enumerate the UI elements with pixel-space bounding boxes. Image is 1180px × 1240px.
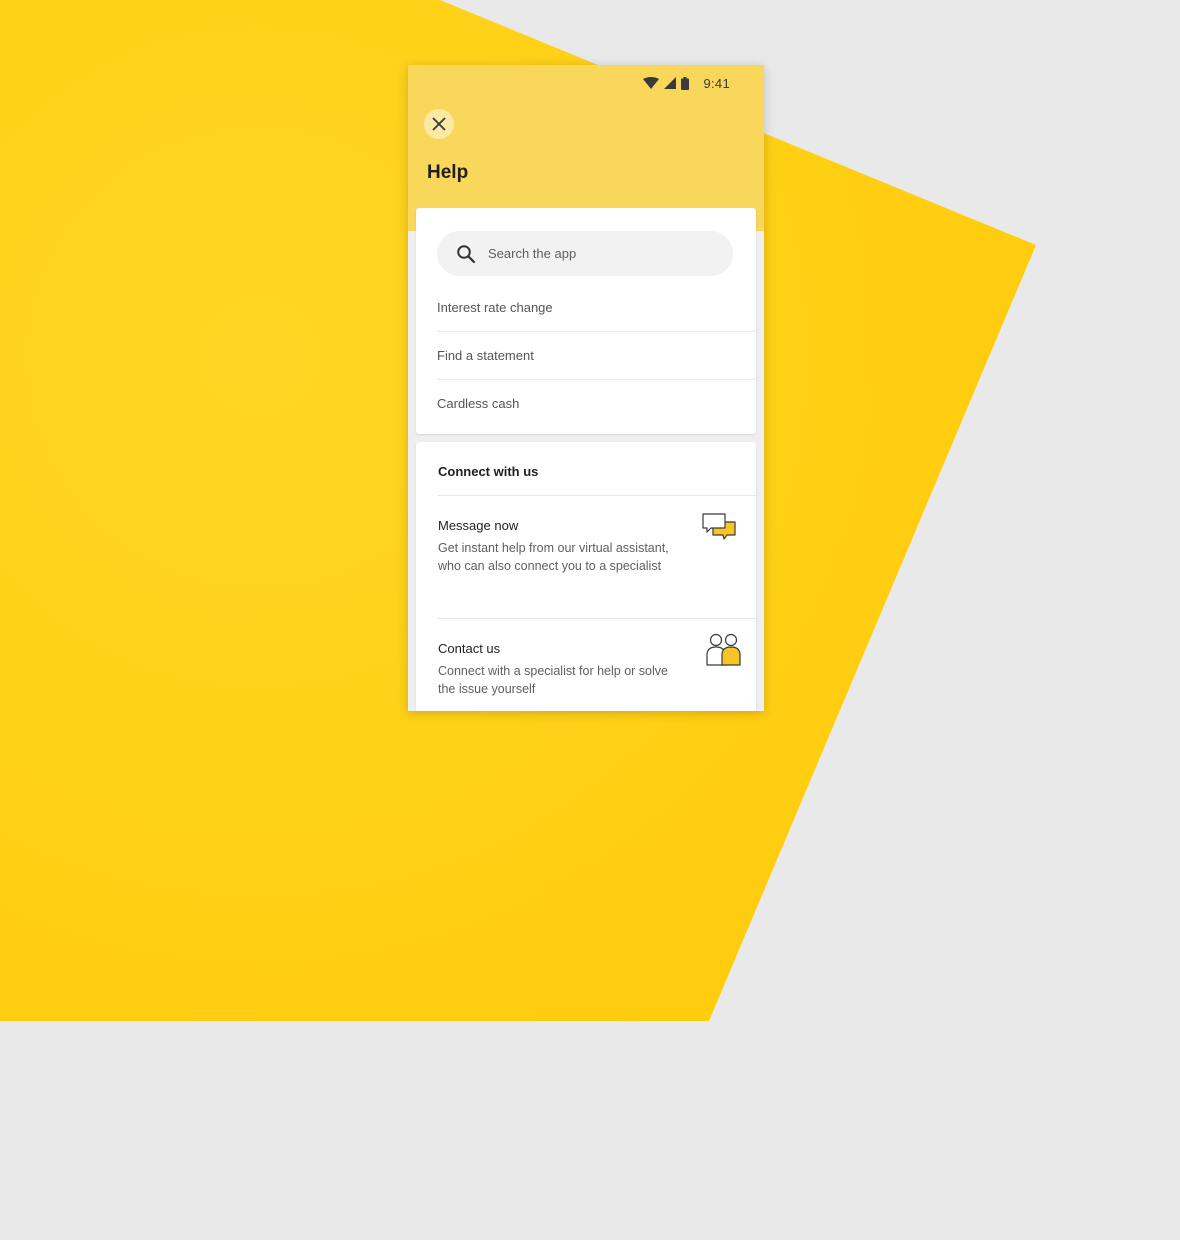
close-button[interactable] <box>424 109 454 139</box>
divider <box>438 495 756 496</box>
suggestion-find-a-statement[interactable]: Find a statement <box>437 332 756 380</box>
connect-section-title: Connect with us <box>438 464 539 479</box>
message-now-option[interactable]: Message now Get instant help from our vi… <box>438 513 736 575</box>
status-time: 9:41 <box>703 75 730 91</box>
suggestion-list: Interest rate change Find a statement Ca… <box>437 284 756 427</box>
suggestion-interest-rate-change[interactable]: Interest rate change <box>437 284 756 332</box>
chat-bubbles-icon <box>702 513 736 540</box>
phone-screen: 9:41 Help Interest rate change Find a st… <box>408 65 764 711</box>
search-box[interactable] <box>437 231 733 276</box>
search-card: Interest rate change Find a statement Ca… <box>416 208 756 434</box>
contact-us-title: Contact us <box>438 641 501 656</box>
close-icon <box>432 117 446 131</box>
cellular-signal-icon <box>664 77 677 89</box>
battery-icon <box>681 76 690 90</box>
contact-us-option[interactable]: Contact us Connect with a specialist for… <box>438 633 741 698</box>
divider <box>438 618 756 619</box>
header-area: 9:41 Help <box>408 65 764 231</box>
search-icon <box>457 244 476 263</box>
wifi-icon <box>643 77 660 89</box>
connect-card: Connect with us Message now Get instant … <box>416 442 756 711</box>
search-input[interactable] <box>486 245 710 262</box>
contact-us-description: Connect with a specialist for help or so… <box>438 664 668 696</box>
message-now-title: Message now <box>438 518 519 533</box>
people-icon <box>706 633 741 666</box>
message-now-description: Get instant help from our virtual assist… <box>438 541 669 573</box>
suggestion-cardless-cash[interactable]: Cardless cash <box>437 380 756 427</box>
status-bar: 9:41 <box>643 75 730 91</box>
page-title: Help <box>427 162 469 183</box>
